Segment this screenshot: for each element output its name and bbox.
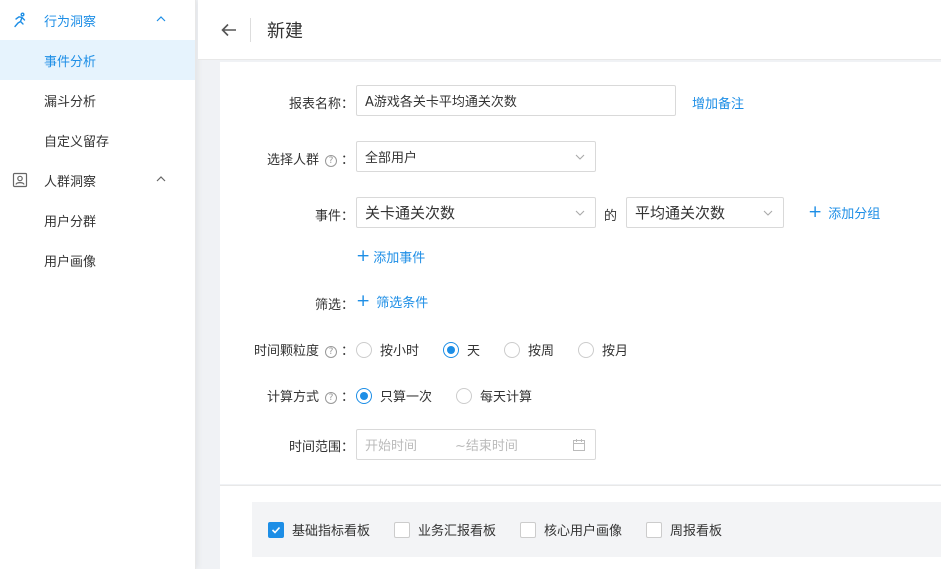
end-time-placeholder: ~结束时间 <box>455 439 518 454</box>
granularity-radio-group: 按小时 天 按周 按月 <box>356 340 652 359</box>
report-name-label: 报表名称： <box>288 97 354 112</box>
audience-label: 选择人群 <box>266 153 319 168</box>
sidebar-item-label: 事件分析 <box>44 54 97 70</box>
chevron-down-icon <box>763 210 773 216</box>
nav-group-behavior-insight[interactable]: 行为洞察 <box>0 0 195 40</box>
start-time-placeholder: 开始时间 <box>365 439 418 454</box>
board-checkbox-basic[interactable]: 基础指标看板 <box>268 520 370 539</box>
board-checkbox-weekly[interactable]: 周报看板 <box>646 520 722 539</box>
plus-icon: + <box>356 291 371 311</box>
sidebar-item-label: 用户画像 <box>44 254 97 270</box>
radio-label: 每天计算 <box>480 390 533 405</box>
board-checkbox-core-users[interactable]: 核心用户画像 <box>520 520 622 539</box>
boards-checkbox-bar: 基础指标看板 业务汇报看板 核心用户画像 周报看板 <box>252 502 941 557</box>
header-divider <box>250 17 251 42</box>
sidebar-item-funnel-analysis[interactable]: 漏斗分析 <box>0 80 195 120</box>
add-filter-button[interactable]: + 筛选条件 <box>356 291 429 312</box>
running-person-icon <box>12 12 28 28</box>
checkbox-unchecked[interactable] <box>394 521 411 538</box>
radio-hour[interactable] <box>356 341 372 358</box>
granularity-label-row: 时间颗粒度?： <box>254 340 354 359</box>
add-filter-label: 筛选条件 <box>376 296 429 311</box>
calendar-icon[interactable] <box>573 439 585 451</box>
radio-label: 按小时 <box>380 344 420 359</box>
audience-label-row: 选择人群?： <box>267 149 354 168</box>
audience-value: 全部用户 <box>365 151 418 166</box>
calc-label-row: 计算方式?： <box>267 386 354 405</box>
audience-select[interactable]: 全部用户 <box>356 141 596 172</box>
checkbox-unchecked[interactable] <box>520 521 537 538</box>
label-colon: ： <box>340 153 354 168</box>
checkbox-label: 核心用户画像 <box>544 524 623 539</box>
label-colon: ： <box>340 344 354 359</box>
sidebar-item-custom-retention[interactable]: 自定义留存 <box>0 120 195 160</box>
metric-select[interactable]: 平均通关次数 <box>626 197 784 228</box>
radio-once[interactable] <box>356 387 372 404</box>
add-event-button[interactable]: + 添加事件 <box>356 246 426 267</box>
checkbox-unchecked[interactable] <box>646 521 663 538</box>
radio-day[interactable] <box>443 341 460 358</box>
board-checkbox-report[interactable]: 业务汇报看板 <box>394 520 496 539</box>
event-select[interactable]: 关卡通关次数 <box>356 197 596 228</box>
metric-value: 平均通关次数 <box>635 204 726 222</box>
radio-week[interactable] <box>504 341 521 358</box>
sidebar-item-label: 用户分群 <box>44 214 97 230</box>
sidebar: 行为洞察 事件分析 漏斗分析 自定义留存 人群洞察 用户分群 用户画像 <box>0 0 196 569</box>
chevron-up-icon <box>156 176 166 182</box>
sidebar-item-user-segment[interactable]: 用户分群 <box>0 200 195 240</box>
radio-month[interactable] <box>578 341 595 358</box>
add-group-button[interactable]: + 添加分组 <box>808 202 881 223</box>
radio-label: 按月 <box>602 344 629 359</box>
help-icon[interactable]: ? <box>324 155 337 167</box>
radio-daily[interactable] <box>456 387 473 404</box>
sidebar-item-user-portrait[interactable]: 用户画像 <box>0 240 195 280</box>
page-title: 新建 <box>267 20 303 42</box>
add-note-link[interactable]: 增加备注 <box>692 93 744 112</box>
checkbox-label: 基础指标看板 <box>292 524 371 539</box>
report-name-input[interactable]: A游戏各关卡平均通关次数 <box>356 85 676 116</box>
checkbox-label: 周报看板 <box>670 524 723 539</box>
check-icon <box>271 526 281 534</box>
of-label: 的 <box>604 209 618 224</box>
boards-section: 基础指标看板 业务汇报看板 核心用户画像 周报看板 <box>220 486 941 569</box>
radio-label: 只算一次 <box>380 390 433 405</box>
add-group-label: 添加分组 <box>828 207 881 222</box>
plus-icon: + <box>356 246 371 266</box>
nav-group-label: 行为洞察 <box>44 14 97 30</box>
nav-group-label: 人群洞察 <box>44 174 97 190</box>
report-name-value: A游戏各关卡平均通关次数 <box>365 95 517 110</box>
radio-dot <box>360 391 368 400</box>
calc-radio-group: 只算一次 每天计算 <box>356 386 556 405</box>
person-card-icon <box>12 172 28 188</box>
checkbox-checked[interactable] <box>268 521 284 538</box>
event-label: 事件： <box>314 209 354 224</box>
help-icon[interactable]: ? <box>324 346 337 358</box>
chevron-down-icon <box>575 210 585 216</box>
event-value: 关卡通关次数 <box>365 204 456 222</box>
radio-dot <box>447 345 456 354</box>
chevron-up-icon <box>156 16 166 22</box>
sidebar-item-label: 漏斗分析 <box>44 94 97 110</box>
back-arrow-icon[interactable] <box>218 19 240 41</box>
report-form: 报表名称： A游戏各关卡平均通关次数 增加备注 选择人群?： 全部用户 事件： … <box>220 62 941 484</box>
time-range-label: 时间范围： <box>288 440 354 455</box>
checkbox-label: 业务汇报看板 <box>418 524 497 539</box>
page-header: 新建 <box>198 0 941 60</box>
radio-label: 按周 <box>528 344 555 359</box>
nav-group-audience-insight[interactable]: 人群洞察 <box>0 160 195 200</box>
sidebar-item-event-analysis[interactable]: 事件分析 <box>0 40 195 80</box>
sidebar-item-label: 自定义留存 <box>44 134 110 150</box>
filter-label: 筛选： <box>314 298 354 313</box>
calc-label: 计算方式 <box>266 390 319 405</box>
help-icon[interactable]: ? <box>324 392 337 404</box>
add-event-label: 添加事件 <box>373 251 426 266</box>
radio-label: 天 <box>467 344 481 359</box>
granularity-label: 时间颗粒度 <box>253 344 319 359</box>
time-range-picker[interactable]: 开始时间 ~结束时间 <box>356 429 596 460</box>
chevron-down-icon <box>575 154 585 160</box>
plus-icon: + <box>808 202 823 222</box>
label-colon: ： <box>340 390 354 405</box>
